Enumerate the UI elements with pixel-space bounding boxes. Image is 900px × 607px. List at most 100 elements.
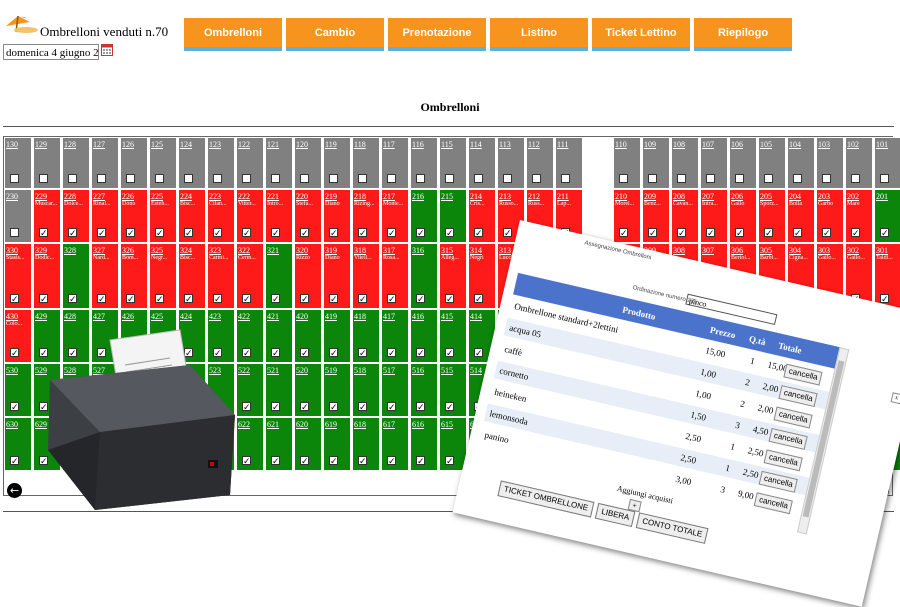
umbrella-checkbox[interactable]	[387, 174, 396, 183]
umbrella-checkbox[interactable]	[10, 174, 19, 183]
umbrella-checkbox[interactable]	[793, 174, 802, 183]
umbrella-number[interactable]: 116	[411, 138, 437, 149]
umbrella-number[interactable]: 120	[295, 138, 321, 149]
umbrella-checkbox[interactable]: ✓	[648, 228, 657, 238]
umbrella-cell[interactable]: 521 ✓	[265, 363, 293, 417]
umbrella-cell[interactable]: 318 Vitell... ✓	[352, 243, 380, 309]
umbrella-cell[interactable]: 101	[874, 137, 900, 189]
umbrella-cell[interactable]: 617 ✓	[381, 417, 409, 471]
umbrella-number[interactable]: 517	[382, 364, 408, 375]
umbrella-number[interactable]: 417	[382, 310, 408, 321]
umbrella-cell[interactable]: 327 Nard... ✓	[91, 243, 119, 309]
umbrella-checkbox[interactable]: ✓	[300, 456, 309, 466]
umbrella-cell[interactable]: 415 ✓	[439, 309, 467, 363]
umbrella-number[interactable]: 308	[672, 244, 698, 255]
umbrella-number[interactable]: 515	[440, 364, 466, 375]
umbrella-checkbox[interactable]	[358, 174, 367, 183]
umbrella-cell[interactable]: 105	[758, 137, 786, 189]
umbrella-checkbox[interactable]: ✓	[329, 294, 338, 304]
umbrella-checkbox[interactable]	[155, 174, 164, 183]
umbrella-checkbox[interactable]: ✓	[706, 228, 715, 238]
umbrella-checkbox[interactable]: ✓	[68, 294, 77, 304]
tab-prenotazione[interactable]: Prenotazione	[388, 18, 486, 51]
umbrella-checkbox[interactable]: ✓	[155, 228, 164, 238]
umbrella-number[interactable]: 124	[179, 138, 205, 149]
umbrella-cell[interactable]: 108	[671, 137, 699, 189]
umbrella-checkbox[interactable]: ✓	[97, 294, 106, 304]
umbrella-number[interactable]: 530	[5, 364, 31, 375]
umbrella-number[interactable]: 108	[672, 138, 698, 149]
umbrella-number[interactable]: 216	[411, 190, 437, 201]
umbrella-number[interactable]: 109	[643, 138, 669, 149]
umbrella-cell[interactable]: 324 Bisc... ✓	[178, 243, 206, 309]
umbrella-number[interactable]: 314	[469, 244, 495, 255]
umbrella-cell[interactable]: 107	[700, 137, 728, 189]
cancel-item-button[interactable]: cancella	[753, 492, 794, 515]
umbrella-checkbox[interactable]: ✓	[474, 228, 483, 238]
umbrella-checkbox[interactable]: ✓	[126, 294, 135, 304]
umbrella-checkbox[interactable]: ✓	[39, 228, 48, 238]
umbrella-checkbox[interactable]: ✓	[271, 228, 280, 238]
umbrella-checkbox[interactable]: ✓	[445, 228, 454, 238]
umbrella-checkbox[interactable]: ✓	[387, 348, 396, 358]
umbrella-checkbox[interactable]: ✓	[358, 456, 367, 466]
umbrella-cell[interactable]: 417 ✓	[381, 309, 409, 363]
umbrella-checkbox[interactable]: ✓	[329, 402, 338, 412]
umbrella-checkbox[interactable]: ✓	[387, 456, 396, 466]
umbrella-number[interactable]: 130	[5, 138, 31, 149]
umbrella-cell[interactable]: 319 Diano ✓	[323, 243, 351, 309]
umbrella-checkbox[interactable]: ✓	[445, 294, 454, 304]
umbrella-cell[interactable]: 522 ✓	[236, 363, 264, 417]
umbrella-number[interactable]: 211	[556, 190, 582, 201]
umbrella-cell[interactable]: 330 Stasis... ✓	[4, 243, 32, 309]
umbrella-checkbox[interactable]: ✓	[416, 348, 425, 358]
umbrella-checkbox[interactable]	[880, 174, 889, 183]
umbrella-number[interactable]: 204	[788, 190, 814, 201]
umbrella-checkbox[interactable]: ✓	[271, 456, 280, 466]
umbrella-cell[interactable]: 218 Rizing... ✓	[352, 189, 380, 243]
umbrella-cell[interactable]: 430 Colo... ✓	[4, 309, 32, 363]
umbrella-checkbox[interactable]	[648, 174, 657, 183]
umbrella-cell[interactable]: 317 Rosa... ✓	[381, 243, 409, 309]
umbrella-cell[interactable]: 127	[91, 137, 119, 189]
umbrella-number[interactable]: 415	[440, 310, 466, 321]
umbrella-cell[interactable]: 205 Sporz... ✓	[758, 189, 786, 243]
umbrella-cell[interactable]: 219 Diano ✓	[323, 189, 351, 243]
umbrella-number[interactable]: 228	[63, 190, 89, 201]
umbrella-number[interactable]: 421	[266, 310, 292, 321]
umbrella-checkbox[interactable]: ✓	[358, 402, 367, 412]
umbrella-number[interactable]: 212	[527, 190, 553, 201]
umbrella-cell[interactable]: 104	[787, 137, 815, 189]
umbrella-cell[interactable]: 123	[207, 137, 235, 189]
umbrella-checkbox[interactable]: ✓	[242, 228, 251, 238]
close-icon[interactable]: x	[890, 392, 900, 405]
umbrella-cell[interactable]: 520 ✓	[294, 363, 322, 417]
umbrella-number[interactable]: 330	[5, 244, 31, 255]
umbrella-number[interactable]: 318	[353, 244, 379, 255]
umbrella-cell[interactable]: 222 Vitter... ✓	[236, 189, 264, 243]
umbrella-checkbox[interactable]: ✓	[387, 294, 396, 304]
umbrella-number[interactable]: 306	[730, 244, 756, 255]
umbrella-checkbox[interactable]	[764, 174, 773, 183]
umbrella-checkbox[interactable]: ✓	[242, 294, 251, 304]
umbrella-number[interactable]: 302	[846, 244, 872, 255]
umbrella-checkbox[interactable]: ✓	[213, 228, 222, 238]
umbrella-checkbox[interactable]	[822, 174, 831, 183]
umbrella-cell[interactable]: 224 Bisc... ✓	[178, 189, 206, 243]
umbrella-number[interactable]: 223	[208, 190, 234, 201]
umbrella-cell[interactable]: 616 ✓	[410, 417, 438, 471]
umbrella-checkbox[interactable]	[735, 174, 744, 183]
umbrella-number[interactable]: 304	[788, 244, 814, 255]
umbrella-number[interactable]: 126	[121, 138, 147, 149]
umbrella-checkbox[interactable]: ✓	[880, 294, 889, 304]
umbrella-checkbox[interactable]: ✓	[880, 228, 889, 238]
umbrella-number[interactable]: 219	[324, 190, 350, 201]
umbrella-cell[interactable]: 227 Rinal... ✓	[91, 189, 119, 243]
umbrella-number[interactable]: 422	[237, 310, 263, 321]
umbrella-cell[interactable]: 421 ✓	[265, 309, 293, 363]
umbrella-checkbox[interactable]: ✓	[677, 228, 686, 238]
umbrella-number[interactable]: 618	[353, 418, 379, 429]
umbrella-checkbox[interactable]	[300, 174, 309, 183]
umbrella-number[interactable]: 324	[179, 244, 205, 255]
umbrella-cell[interactable]: 103	[816, 137, 844, 189]
